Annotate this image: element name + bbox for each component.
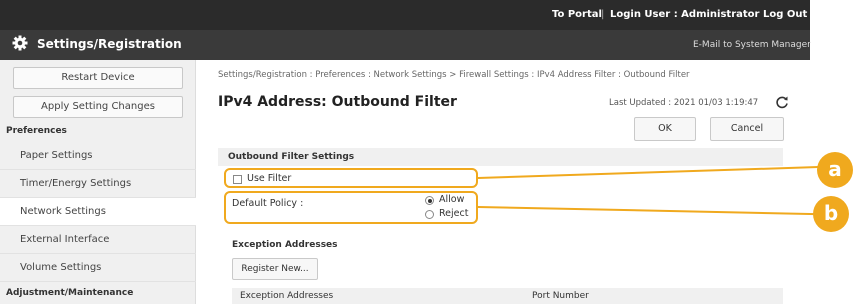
sidebar-item-network-settings[interactable]: Network Settings — [0, 198, 196, 226]
callout-a-line — [477, 165, 826, 179]
app-title: Settings/Registration — [37, 37, 182, 51]
cancel-button[interactable]: Cancel — [710, 117, 784, 141]
register-new-button[interactable]: Register New... — [232, 258, 318, 280]
sidebar-item-volume-settings[interactable]: Volume Settings — [0, 254, 196, 282]
callout-b-marker: b — [813, 196, 849, 232]
exception-addresses-heading: Exception Addresses — [232, 240, 338, 250]
to-portal-link[interactable]: To Portal — [552, 9, 602, 20]
page-title: IPv4 Address: Outbound Filter — [218, 94, 457, 110]
callout-b-line — [477, 206, 816, 216]
ok-button[interactable]: OK — [634, 117, 696, 141]
callout-a-box — [224, 168, 478, 188]
last-updated-text: Last Updated : 2021 01/03 1:19:47 — [609, 98, 759, 108]
callout-a-marker: a — [817, 152, 853, 188]
separator: | — [601, 9, 605, 20]
outbound-filter-settings-header: Outbound Filter Settings — [218, 148, 783, 166]
apply-setting-changes-button[interactable]: Apply Setting Changes — [13, 96, 183, 118]
sidebar-item-timer-energy-settings[interactable]: Timer/Energy Settings — [0, 170, 196, 198]
sidebar-section-preferences: Preferences — [6, 126, 67, 136]
gear-icon — [12, 35, 28, 51]
table-header-port-number: Port Number — [532, 291, 589, 301]
restart-device-button[interactable]: Restart Device — [13, 67, 183, 89]
logout-link[interactable]: Log Out — [763, 9, 807, 20]
table-header-exception-addresses: Exception Addresses — [240, 291, 334, 301]
sidebar-section-adjustment-maintenance: Adjustment/Maintenance — [6, 288, 134, 298]
login-user-label: Login User : Administrator — [610, 9, 760, 20]
refresh-icon[interactable] — [775, 95, 789, 109]
callout-b-box — [224, 191, 478, 224]
sidebar-item-external-interface[interactable]: External Interface — [0, 226, 196, 254]
sidebar-item-paper-settings[interactable]: Paper Settings — [0, 142, 196, 170]
email-system-manager-link[interactable]: E-Mail to System Manager — [693, 40, 811, 50]
breadcrumb: Settings/Registration : Preferences : Ne… — [218, 70, 690, 80]
